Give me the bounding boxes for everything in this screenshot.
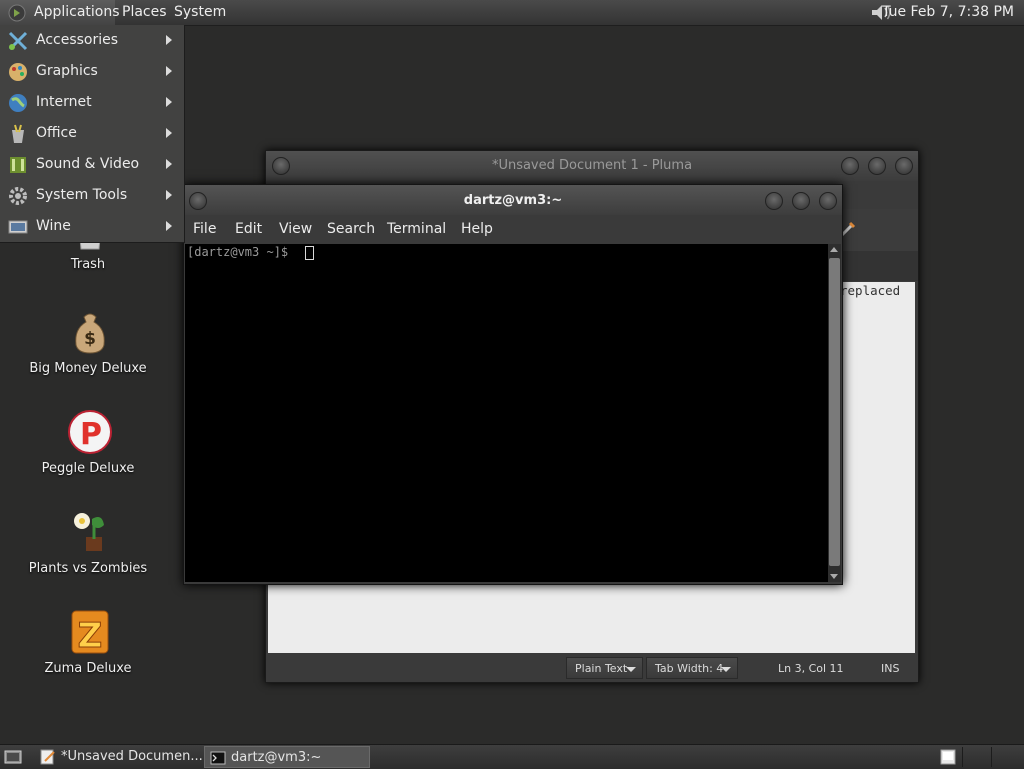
peggle-icon: P (68, 410, 112, 454)
document-text: replaced (840, 283, 901, 298)
language-selector[interactable]: Plain Text (566, 657, 643, 679)
tab-width-label: Tab Width: 4 (655, 662, 724, 675)
cursor-position: Ln 3, Col 11 (778, 662, 844, 675)
scroll-up-icon[interactable] (830, 247, 838, 252)
menu-item-wine[interactable]: Wine (0, 211, 184, 242)
svg-text:P: P (80, 417, 102, 452)
system-menu-button[interactable]: System (174, 0, 226, 25)
graphics-icon (9, 63, 27, 81)
notes-icon[interactable] (939, 748, 957, 766)
menu-item-graphics[interactable]: Graphics (0, 56, 184, 87)
menu-item-label: Graphics (36, 63, 98, 79)
taskbar-item-label: *Unsaved Documen... (61, 749, 203, 764)
accessories-icon (8, 31, 28, 51)
submenu-arrow-icon (166, 128, 172, 138)
menu-terminal[interactable]: Terminal (387, 221, 446, 237)
terminal-title: dartz@vm3:~ (463, 193, 563, 208)
menu-item-office[interactable]: Office (0, 118, 184, 149)
menu-item-internet[interactable]: Internet (0, 87, 184, 118)
menu-item-label: Wine (36, 218, 71, 234)
submenu-arrow-icon (166, 66, 172, 76)
menu-item-label: System Tools (36, 187, 128, 203)
menu-item-label: Accessories (36, 32, 119, 48)
menu-item-label: Sound & Video (36, 156, 140, 172)
submenu-arrow-icon (166, 159, 172, 169)
tab-width-selector[interactable]: Tab Width: 4 (646, 657, 738, 679)
menu-item-accessories[interactable]: Accessories (0, 25, 184, 56)
submenu-arrow-icon (166, 35, 172, 45)
menu-item-sound-video[interactable]: Sound & Video (0, 149, 184, 180)
minimize-icon[interactable] (765, 192, 783, 210)
applications-label: Applications (34, 4, 120, 20)
menu-item-label: Internet (36, 94, 92, 110)
scrollbar-thumb[interactable] (829, 258, 840, 566)
places-menu-button[interactable]: Places (122, 0, 167, 25)
menu-item-system-tools[interactable]: System Tools (0, 180, 184, 211)
scroll-down-icon[interactable] (830, 574, 838, 579)
office-icon (12, 124, 24, 143)
minimize-icon[interactable] (841, 157, 859, 175)
language-selector-label: Plain Text (575, 662, 628, 675)
terminal-output[interactable]: [dartz@vm3 ~]$ (185, 244, 828, 582)
maximize-icon[interactable] (792, 192, 810, 210)
submenu-arrow-icon (166, 190, 172, 200)
desktop-icon-label: Peggle Deluxe (41, 461, 135, 476)
dropdown-arrow-icon (626, 667, 636, 672)
pluma-titlebar[interactable]: *Unsaved Document 1 - Pluma (266, 151, 918, 181)
show-desktop-icon[interactable] (4, 748, 22, 766)
pluma-statusbar: Plain Text Tab Width: 4 Ln 3, Col 11 INS (266, 655, 918, 682)
taskbar-item-terminal[interactable]: dartz@vm3:~ (204, 746, 370, 768)
applications-dropdown: Accessories Graphics Internet Office Sou… (0, 25, 185, 243)
menu-edit[interactable]: Edit (235, 221, 262, 237)
taskbar-item-pluma[interactable]: *Unsaved Documen... (35, 746, 203, 768)
terminal-titlebar[interactable]: dartz@vm3:~ (184, 185, 842, 215)
text-cursor (305, 246, 314, 260)
internet-icon (9, 94, 27, 112)
close-icon[interactable] (895, 157, 913, 175)
clock[interactable]: Tue Feb 7, 7:38 PM (882, 0, 1014, 25)
insert-mode: INS (881, 662, 900, 675)
plants-icon (74, 513, 104, 551)
menu-view[interactable]: View (279, 221, 312, 237)
menu-file[interactable]: File (193, 221, 216, 237)
terminal-window: dartz@vm3:~ File Edit View Search Termin… (183, 184, 843, 585)
dropdown-arrow-icon (721, 667, 731, 672)
system-tools-icon (9, 187, 27, 205)
terminal-menubar: File Edit View Search Terminal Help (184, 215, 842, 244)
wine-icon (8, 220, 28, 234)
submenu-arrow-icon (166, 97, 172, 107)
close-icon[interactable] (819, 192, 837, 210)
desktop-icon-label: Big Money Deluxe (29, 361, 147, 376)
svg-text:$: $ (84, 329, 96, 349)
terminal-scrollbar[interactable] (828, 244, 841, 582)
workspace-2[interactable] (991, 747, 1020, 767)
workspace-1[interactable] (962, 747, 991, 767)
menu-help[interactable]: Help (461, 221, 493, 237)
maximize-icon[interactable] (868, 157, 886, 175)
pluma-title: *Unsaved Document 1 - Pluma (491, 158, 693, 173)
zuma-icon: Z (71, 610, 109, 655)
taskbar-item-label: dartz@vm3:~ (231, 750, 322, 765)
submenu-arrow-icon (166, 221, 172, 231)
svg-text:Z: Z (78, 616, 103, 655)
menu-search[interactable]: Search (327, 221, 375, 237)
desktop-icon-label: Plants vs Zombies (28, 561, 148, 576)
sound-video-icon (10, 157, 26, 173)
desktop-icon-label: Trash (70, 257, 106, 272)
applications-menu-button[interactable]: Applications (0, 0, 120, 25)
mate-logo-icon (8, 4, 26, 22)
desktop-icon-label: Zuma Deluxe (44, 661, 132, 676)
terminal-icon (210, 751, 226, 765)
top-panel: Applications Places System Tue Feb 7, 7:… (0, 0, 1024, 26)
text-editor-icon (40, 749, 55, 765)
money-bag-icon: $ (75, 313, 105, 354)
menu-item-label: Office (36, 125, 77, 141)
bottom-panel: *Unsaved Documen... dartz@vm3:~ (0, 744, 1024, 769)
shell-prompt: [dartz@vm3 ~]$ (187, 245, 289, 259)
